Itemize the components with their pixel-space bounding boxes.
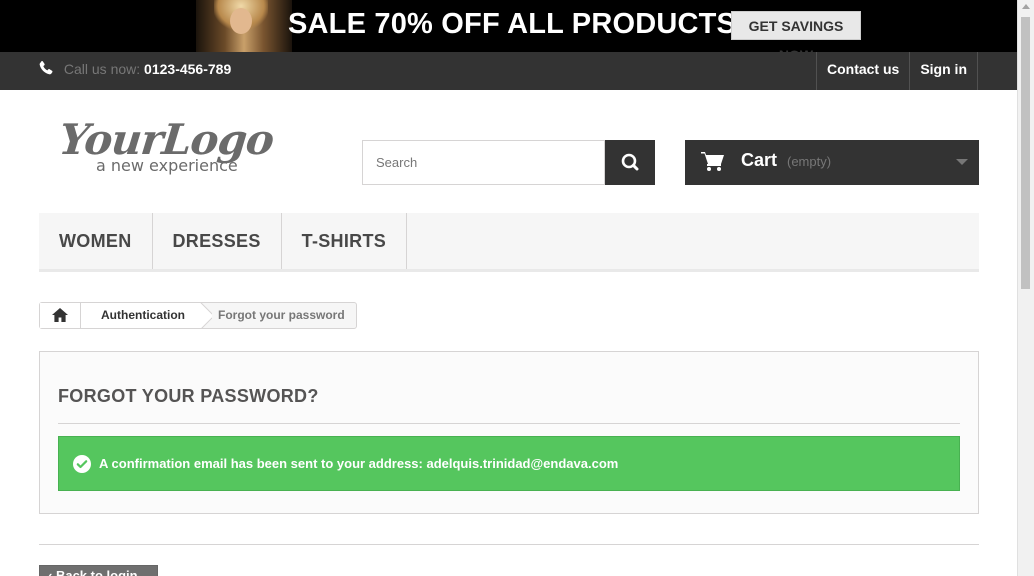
cart-icon [701,152,724,171]
main-menu: WOMEN DRESSES T-SHIRTS [39,213,979,272]
success-alert: A confirmation email has been sent to yo… [58,436,960,491]
search-button[interactable] [605,140,655,185]
menu-item-tshirts[interactable]: T-SHIRTS [282,213,408,269]
page-title: FORGOT YOUR PASSWORD? [58,386,319,406]
cart-label: Cart [741,150,778,170]
chevron-down-icon[interactable] [956,159,968,165]
sign-in-link[interactable]: Sign in [909,52,978,90]
breadcrumb-separator [198,303,212,328]
check-circle-icon [73,455,91,473]
alert-message: A confirmation email has been sent to yo… [99,456,619,471]
promo-image [196,0,292,52]
footer-divider [39,544,979,545]
header: YourLogo a new experience Cart (empty) [0,90,1018,213]
menu-item-dresses[interactable]: DRESSES [153,213,282,269]
cart-state: (empty) [787,154,832,169]
site-logo[interactable]: YourLogo a new experience [60,114,300,178]
vertical-scrollbar[interactable] [1017,0,1034,576]
menu-item-women[interactable]: WOMEN [39,213,153,269]
contact-us-link[interactable]: Contact us [815,52,909,90]
user-links: Contact us Sign in [815,52,978,90]
get-savings-button[interactable]: GET SAVINGS NOW [731,11,861,52]
back-to-login-button[interactable]: ‹ Back to login [39,565,158,576]
back-label: Back to login [55,568,138,576]
call-label: Call us now: [63,61,141,77]
top-nav-bar: Call us now: 0123-456-789 Contact us Sig… [0,52,1018,90]
scroll-up-icon[interactable] [1022,4,1030,9]
search-bar [362,140,655,185]
scrollbar-thumb[interactable] [1021,17,1030,289]
breadcrumb-current: Forgot your password [218,308,345,322]
cart-block[interactable]: Cart (empty) [685,140,979,185]
page: SALE 70% OFF ALL PRODUCTS GET SAVINGS NO… [0,0,1018,576]
phone-number: 0123-456-789 [144,61,232,77]
search-input[interactable] [362,140,605,185]
forgot-password-box: FORGOT YOUR PASSWORD? A confirmation ema… [39,351,979,514]
logo-tagline: a new experience [96,156,238,175]
phone-icon [39,61,53,75]
breadcrumb-home[interactable] [40,303,81,328]
breadcrumb-authentication[interactable]: Authentication [81,303,199,328]
promo-banner[interactable]: SALE 70% OFF ALL PRODUCTS GET SAVINGS NO… [0,0,1018,52]
home-icon [52,308,68,322]
chevron-left-icon: ‹ [48,568,56,576]
title-divider [58,423,960,424]
promo-headline: SALE 70% OFF ALL PRODUCTS [288,8,737,40]
breadcrumb: Authentication Forgot your password [39,302,357,329]
search-icon [621,153,639,171]
phone-info: Call us now: 0123-456-789 [38,60,231,77]
